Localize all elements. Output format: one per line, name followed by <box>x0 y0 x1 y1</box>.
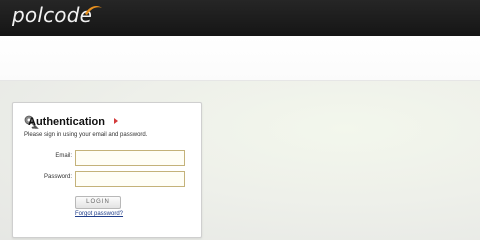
arrow-right-icon <box>114 118 118 124</box>
header-band <box>0 36 480 81</box>
forgot-password-link[interactable]: Forgot password? <box>75 211 123 217</box>
password-field[interactable] <box>75 171 185 187</box>
top-bar: polcode <box>0 0 480 36</box>
password-label: Password: <box>43 174 72 180</box>
login-button[interactable]: LOGIN <box>75 196 121 209</box>
login-instructions: Please sign in using your email and pass… <box>24 132 148 138</box>
email-field[interactable] <box>75 150 185 166</box>
orange-swoosh-icon <box>85 6 102 15</box>
email-label: Email: <box>55 153 72 159</box>
panel-title: Authentication <box>28 116 105 128</box>
logo: polcode <box>12 3 93 27</box>
